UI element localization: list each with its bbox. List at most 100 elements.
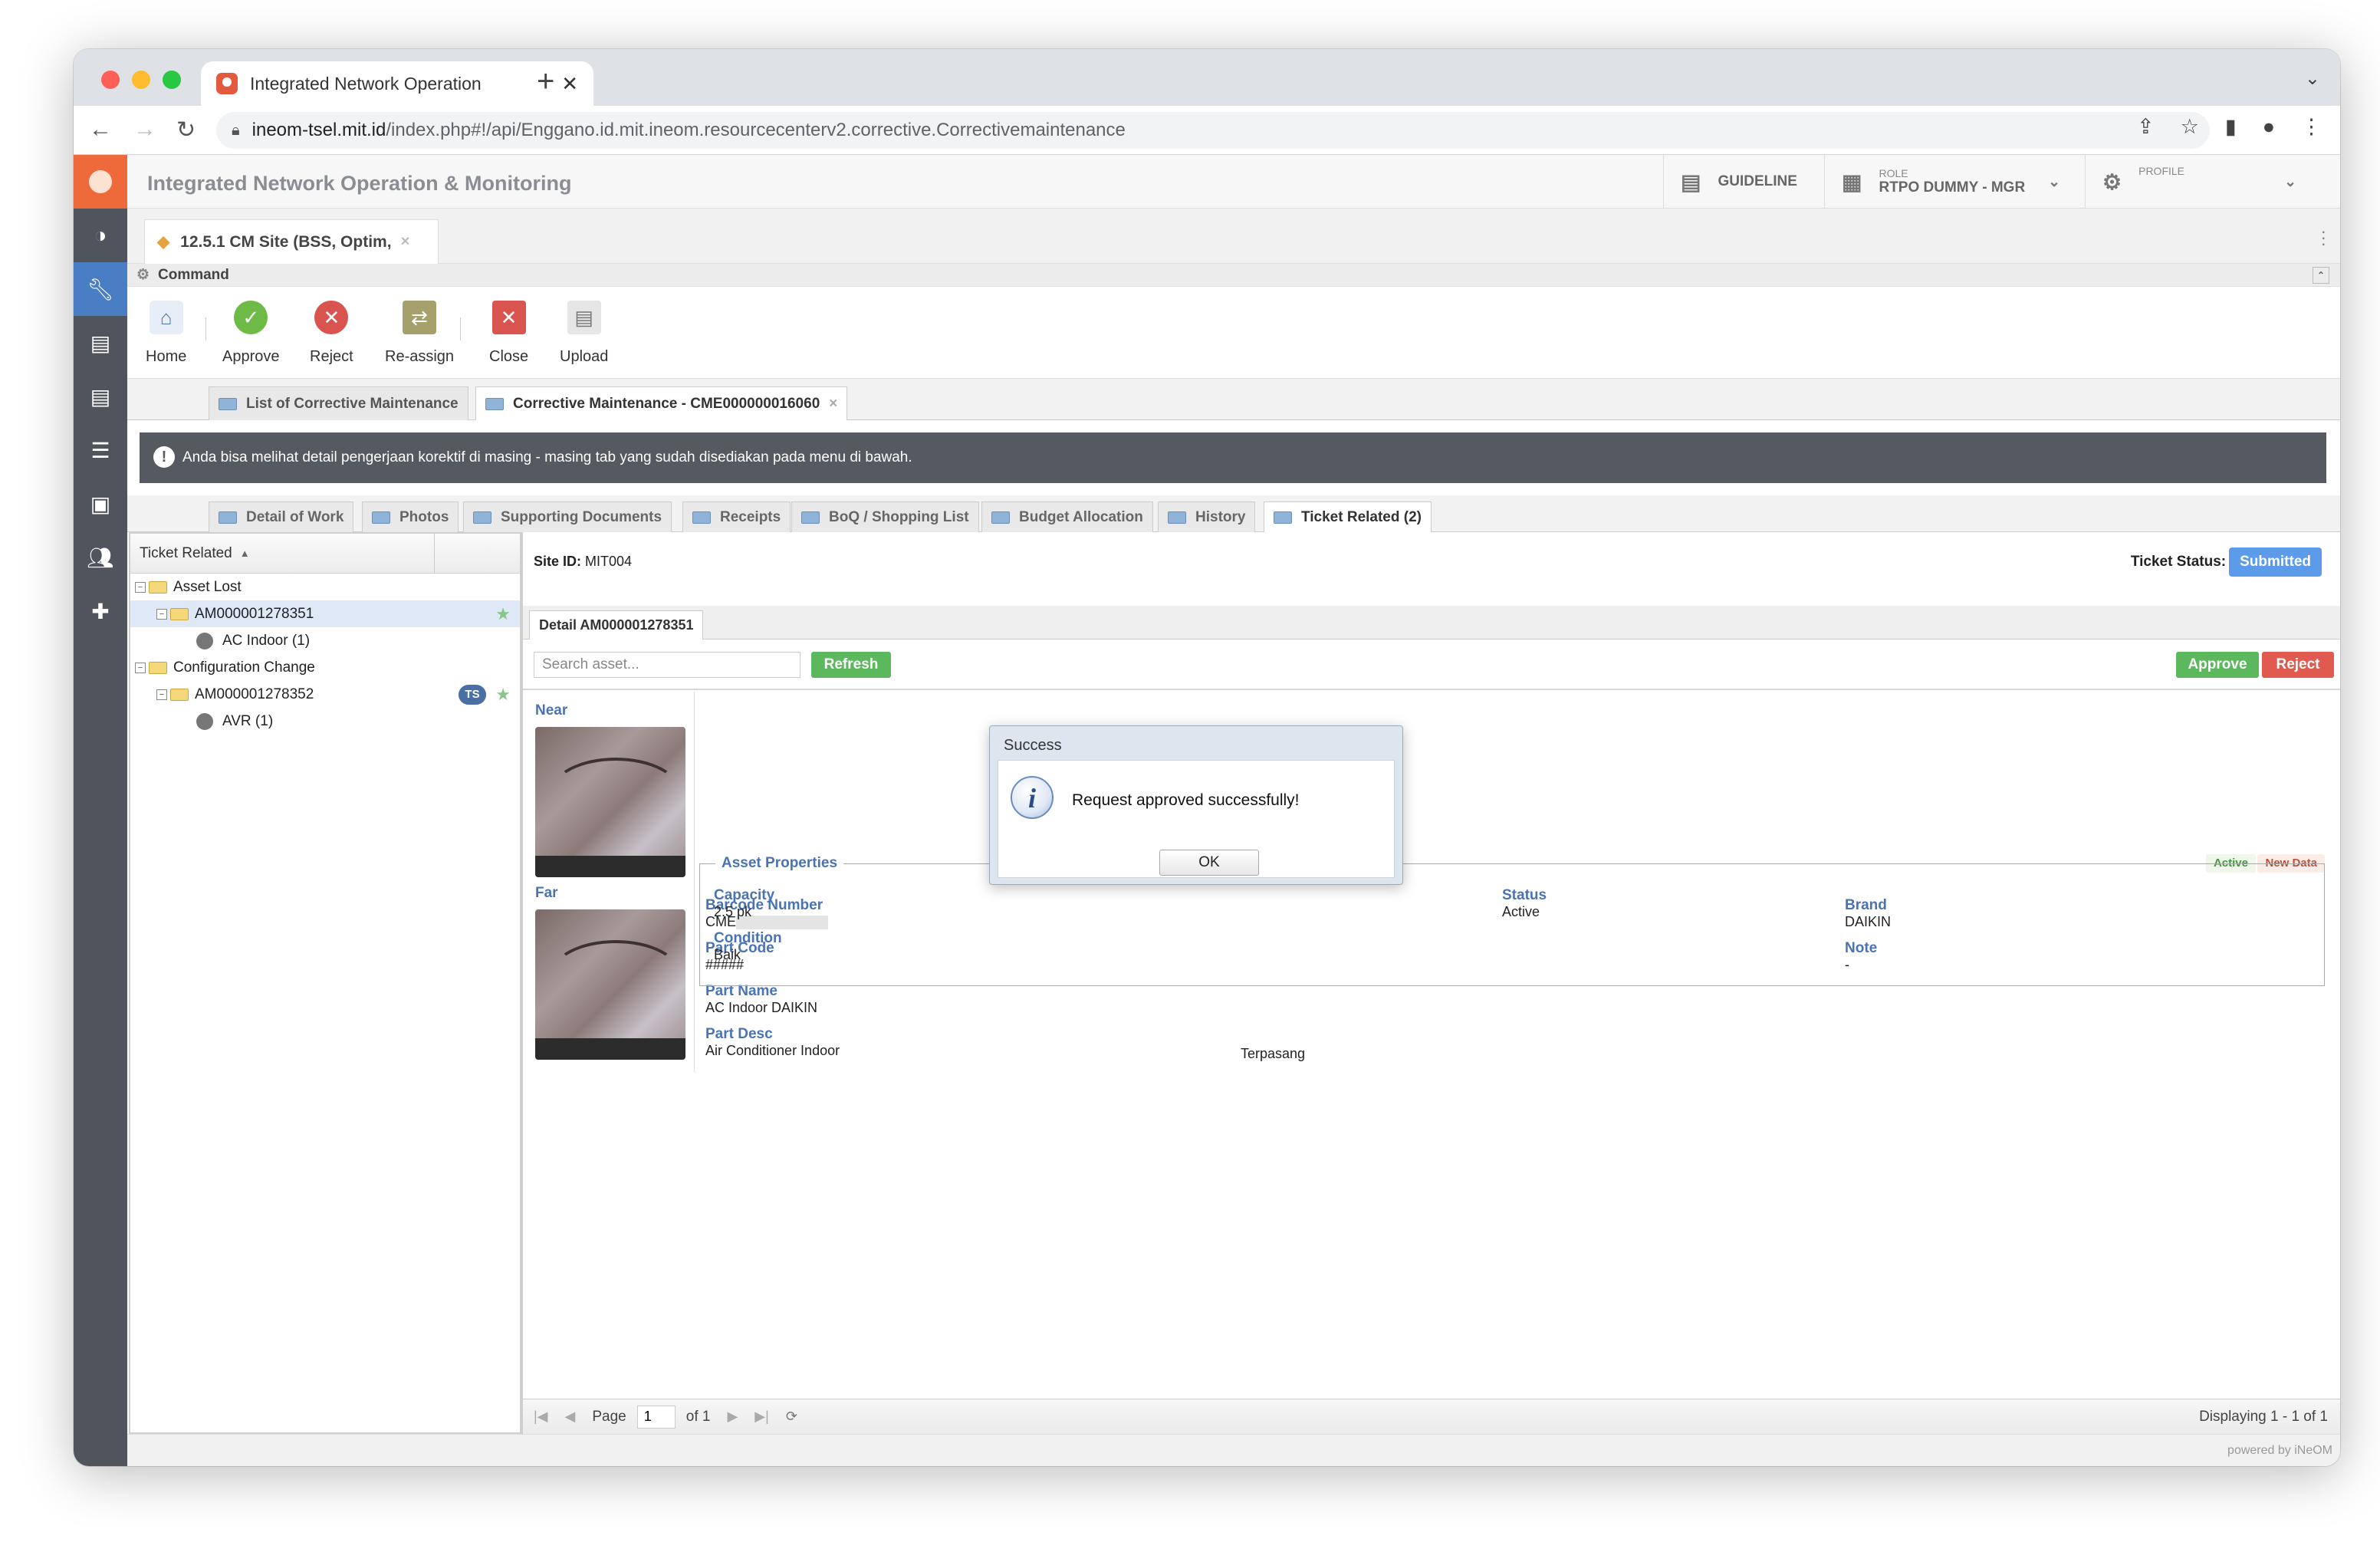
prev-page-icon[interactable]: ◀ [565,1409,576,1425]
asset-reject-button[interactable]: Reject [2262,652,2334,678]
refresh-pager-icon[interactable]: ⟳ [786,1409,797,1425]
guideline-button[interactable]: ▤ GUIDELINE [1663,155,1824,209]
sidepanel-icon[interactable]: ▮ [2225,115,2237,139]
ok-button[interactable]: OK [1159,850,1259,876]
near-photo[interactable] [535,727,685,877]
tab-icon [991,511,1010,524]
doc-tab-cm-site[interactable]: ◆ 12.5.1 CM Site (BSS, Optim, × [144,219,439,264]
window-controls [101,71,181,89]
first-page-icon[interactable]: |◀ [534,1409,548,1425]
browser-menu-icon[interactable]: ⋮ [2301,115,2322,139]
wrench-icon[interactable]: 🔧︎ [74,262,127,316]
tree-node-am000001278352[interactable]: − AM000001278352 TS ★ [130,681,520,708]
app-logo-icon[interactable] [74,155,127,209]
profile-block: PROFILE [2138,165,2284,177]
approve-label: Approve [222,348,280,365]
role-block: ROLE RTPO DUMMY - MGR [1879,167,2025,196]
page-number-input[interactable] [636,1405,676,1429]
far-photo[interactable] [535,909,685,1060]
tab-history[interactable]: History [1158,501,1256,532]
forward-icon[interactable]: → [133,117,156,143]
profile-menu[interactable]: ⚙ PROFILE ⌄ [2085,155,2340,209]
collapse-node-icon[interactable]: − [135,662,146,673]
home-label: Home [146,348,187,365]
refresh-button[interactable]: Refresh [811,652,891,678]
close-button[interactable]: ✕ Close [489,301,528,366]
photo-card [535,856,685,877]
field-label: Part Desc [705,1026,773,1042]
collapse-node-icon[interactable]: − [135,581,146,593]
role-selector[interactable]: ▦ ROLE RTPO DUMMY - MGR ⌄ [1824,155,2085,209]
tab-list-chevron-icon[interactable]: ⌄ [2305,67,2320,90]
command-gear-icon: ⚙ [136,267,150,283]
tab-ticket-related[interactable]: Ticket Related (2) [1264,501,1432,532]
upload-button[interactable]: ▤ Upload [560,301,608,366]
tab-icon [372,511,390,524]
gear-icon: ⚙ [2102,169,2122,194]
archive-icon[interactable]: ▣ [74,477,127,531]
clipboard-icon[interactable]: ▤ [74,316,127,370]
tab-detail-am000001278351[interactable]: Detail AM000001278351 [529,610,704,640]
search-asset-input[interactable]: Search asset... [534,652,800,678]
collapse-icon[interactable]: ⌃ [2313,267,2329,284]
minimize-window-button[interactable] [132,71,150,89]
last-page-icon[interactable]: ▶| [754,1409,769,1425]
tab-photos[interactable]: Photos [362,501,459,532]
approve-button[interactable]: ✓ Approve [222,301,280,366]
browser-tab[interactable]: Integrated Network Operation ✕ [201,61,593,106]
tab-list-corrective-maintenance[interactable]: List of Corrective Maintenance [209,386,468,420]
reject-button[interactable]: ✕ Reject [310,301,353,366]
tab-detail-of-work[interactable]: Detail of Work [209,501,354,532]
url-field[interactable]: 🔒︎ ineom-tsel.mit.id/index.php#!/api/Eng… [216,112,2210,149]
ticket-status: Ticket Status: Submitted [2131,547,2322,577]
asset-leaf-icon [196,712,213,730]
server-icon[interactable]: ☰ [74,423,127,477]
success-dialog: Success i Request approved successfully!… [989,725,1403,885]
part-desc-field: Part Desc Air Conditioner Indoor [705,1026,840,1059]
tree-node-asset-lost[interactable]: − Asset Lost [130,574,520,600]
puzzle-icon[interactable]: ✚ [74,584,127,638]
users-icon[interactable]: 👥︎ [74,531,127,584]
home-button[interactable]: ⌂ Home [146,301,186,366]
tab-label: BoQ / Shopping List [829,508,969,525]
tree-node-ac-indoor[interactable]: AC Indoor (1) [130,627,520,654]
tab-corrective-maintenance-detail[interactable]: Corrective Maintenance - CME000000016060… [475,386,848,420]
back-icon[interactable]: ← [89,117,112,143]
powered-by: powered by iNeOM [2227,1444,2332,1457]
tab-supporting-documents[interactable]: Supporting Documents [463,501,672,532]
reassign-button[interactable]: ⇄ Re-assign [385,301,454,366]
asset-search-row: Search asset... Refresh Approve Reject [523,640,2340,690]
tab-boq-shopping-list[interactable]: BoQ / Shopping List [791,501,979,532]
collapse-node-icon[interactable]: − [156,608,167,620]
dashboard-icon[interactable]: ◑ [74,209,127,262]
close-window-button[interactable] [101,71,120,89]
tree-node-avr[interactable]: AVR (1) [130,708,520,735]
tree-header-label: Ticket Related [140,544,232,561]
x-circle-icon: ✕ [314,301,349,334]
collapse-node-icon[interactable]: − [156,689,167,700]
tab-close-icon[interactable]: × [829,396,837,413]
tree-node-label: Configuration Change [173,659,315,676]
new-tab-button[interactable]: + [537,64,554,99]
tab-label: Detail of Work [246,508,344,525]
browser-tab-bar: Integrated Network Operation ✕ + ⌄ [74,49,2340,106]
tree-node-label: AM000001278351 [195,605,314,622]
clipboard-list-icon[interactable]: ▤ [74,370,127,423]
reload-icon[interactable]: ↻ [176,117,196,143]
doc-tab-close-icon[interactable]: × [401,233,410,251]
site-id-label: Site ID: [534,554,582,569]
zoom-window-button[interactable] [163,71,181,89]
share-icon[interactable]: ⇪ [2137,115,2155,139]
tree-node-am000001278351[interactable]: − AM000001278351 ★ [130,600,520,627]
tab-receipts[interactable]: Receipts [682,501,791,532]
tab-budget-allocation[interactable]: Budget Allocation [981,501,1153,532]
site-id-value: MIT004 [585,554,633,569]
kebab-menu-icon[interactable]: · · · [2321,223,2326,252]
tree-node-configuration-change[interactable]: − Configuration Change [130,654,520,681]
profile-avatar-icon[interactable]: ● [2263,115,2275,139]
tree-column-header[interactable]: Ticket Related ▲ [130,534,520,574]
close-tab-icon[interactable]: ✕ [561,72,578,96]
next-page-icon[interactable]: ▶ [727,1409,738,1425]
asset-approve-button[interactable]: Approve [2176,652,2259,678]
bookmark-star-icon[interactable]: ☆ [2181,115,2199,139]
